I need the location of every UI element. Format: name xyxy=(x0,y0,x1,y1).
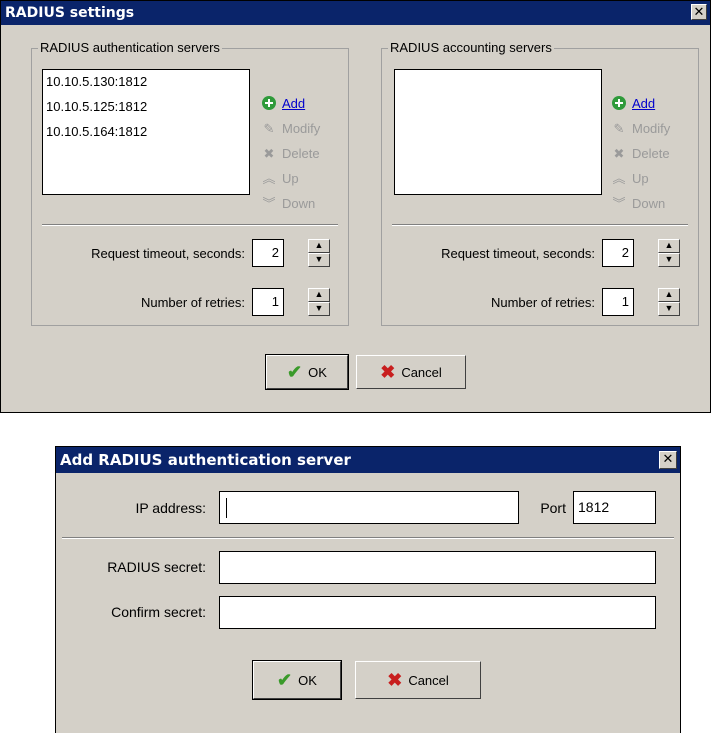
auth-down-label: Down xyxy=(282,196,316,211)
list-item[interactable]: 10.10.5.130:1812 xyxy=(43,70,249,95)
spin-down-icon[interactable]: ▼ xyxy=(308,302,330,316)
acct-modify-button[interactable]: ✎ Modify xyxy=(610,116,671,141)
acct-down-label: Down xyxy=(632,196,666,211)
pencil-icon: ✎ xyxy=(613,121,625,136)
chevron-up-icon: ︽ xyxy=(262,171,276,186)
spin-down-icon[interactable]: ▼ xyxy=(658,253,680,267)
auth-timeout-input[interactable]: 2 xyxy=(252,239,284,267)
add-server-cancel-label: Cancel xyxy=(408,672,449,688)
auth-servers-group: RADIUS authentication servers 10.10.5.13… xyxy=(31,40,349,326)
chevron-up-icon: ︽ xyxy=(612,171,626,186)
pencil-icon: ✎ xyxy=(263,121,275,136)
plus-circle-icon xyxy=(260,91,278,116)
text-caret xyxy=(226,498,227,519)
plus-circle-icon xyxy=(610,91,628,116)
ip-address-label: IP address: xyxy=(135,500,206,516)
acct-delete-label: Delete xyxy=(632,146,670,161)
port-input[interactable]: 1812 xyxy=(573,491,656,524)
acct-timeout-spinner[interactable]: ▲ ▼ xyxy=(658,239,680,267)
add-server-separator xyxy=(62,537,674,539)
add-server-ok-button[interactable]: ✔ OK xyxy=(252,660,342,700)
settings-ok-label: OK xyxy=(308,364,327,380)
radius-settings-titlebar: RADIUS settings ✕ xyxy=(1,1,710,25)
acct-timeout-label: Request timeout, seconds: xyxy=(441,246,595,261)
acct-down-button[interactable]: ︾ Down xyxy=(610,191,665,216)
add-server-ok-label: OK xyxy=(298,672,317,688)
auth-servers-group-label: RADIUS authentication servers xyxy=(38,40,222,55)
spin-down-icon[interactable]: ▼ xyxy=(658,302,680,316)
chevron-down-icon: ︾ xyxy=(612,196,626,211)
acct-retries-label: Number of retries: xyxy=(490,295,595,310)
radius-secret-label: RADIUS secret: xyxy=(107,559,206,575)
settings-cancel-label: Cancel xyxy=(401,364,442,380)
cross-icon: ✖ xyxy=(380,361,396,382)
acct-up-button[interactable]: ︽ Up xyxy=(610,166,649,191)
auth-servers-list[interactable]: 10.10.5.130:1812 10.10.5.125:1812 10.10.… xyxy=(42,69,250,195)
auth-delete-label: Delete xyxy=(282,146,320,161)
spin-up-icon[interactable]: ▲ xyxy=(308,288,330,302)
x-delete-icon: ✖ xyxy=(613,146,625,161)
cross-icon: ✖ xyxy=(387,669,403,690)
acct-add-button[interactable]: Add xyxy=(610,91,655,116)
acct-servers-list[interactable] xyxy=(394,69,602,195)
spin-down-icon[interactable]: ▼ xyxy=(308,253,330,267)
close-icon[interactable]: ✕ xyxy=(659,451,677,469)
radius-settings-title: RADIUS settings xyxy=(5,5,135,21)
spin-up-icon[interactable]: ▲ xyxy=(658,288,680,302)
checkmark-icon: ✔ xyxy=(277,669,293,690)
auth-timeout-spinner[interactable]: ▲ ▼ xyxy=(308,239,330,267)
chevron-down-icon: ︾ xyxy=(262,196,276,211)
add-server-cancel-button[interactable]: ✖ Cancel xyxy=(355,661,481,699)
acct-servers-group-label: RADIUS accounting servers xyxy=(388,40,554,55)
confirm-secret-label: Confirm secret: xyxy=(111,604,206,620)
checkmark-icon: ✔ xyxy=(287,361,303,382)
acct-retries-spinner[interactable]: ▲ ▼ xyxy=(658,288,680,316)
acct-up-label: Up xyxy=(632,171,649,186)
acct-delete-button[interactable]: ✖ Delete xyxy=(610,141,670,166)
auth-up-button[interactable]: ︽ Up xyxy=(260,166,299,191)
auth-separator xyxy=(42,224,338,226)
auth-delete-button[interactable]: ✖ Delete xyxy=(260,141,320,166)
auth-modify-button[interactable]: ✎ Modify xyxy=(260,116,321,141)
radius-settings-dialog: RADIUS settings ✕ RADIUS authentication … xyxy=(0,0,711,413)
x-delete-icon: ✖ xyxy=(263,146,275,161)
list-item[interactable]: 10.10.5.164:1812 xyxy=(43,120,249,145)
acct-timeout-input[interactable]: 2 xyxy=(602,239,634,267)
auth-retries-label: Number of retries: xyxy=(140,295,245,310)
settings-cancel-button[interactable]: ✖ Cancel xyxy=(356,355,466,389)
acct-separator xyxy=(392,224,688,226)
auth-retries-input[interactable]: 1 xyxy=(252,288,284,316)
acct-modify-label: Modify xyxy=(632,121,671,136)
auth-timeout-label: Request timeout, seconds: xyxy=(91,246,245,261)
spin-up-icon[interactable]: ▲ xyxy=(658,239,680,253)
acct-servers-group: RADIUS accounting servers Add ✎ Modify ✖ D… xyxy=(381,40,699,326)
auth-retries-spinner[interactable]: ▲ ▼ xyxy=(308,288,330,316)
acct-retries-input[interactable]: 1 xyxy=(602,288,634,316)
auth-add-label: Add xyxy=(282,96,306,111)
auth-down-button[interactable]: ︾ Down xyxy=(260,191,315,216)
confirm-secret-input[interactable] xyxy=(219,596,656,629)
spin-up-icon[interactable]: ▲ xyxy=(308,239,330,253)
acct-add-label: Add xyxy=(632,96,656,111)
radius-secret-input[interactable] xyxy=(219,551,656,584)
list-item[interactable]: 10.10.5.125:1812 xyxy=(43,95,249,120)
auth-modify-label: Modify xyxy=(282,121,321,136)
port-label: Port xyxy=(540,500,566,516)
close-icon[interactable]: ✕ xyxy=(691,4,707,20)
auth-up-label: Up xyxy=(282,171,299,186)
ip-address-input[interactable] xyxy=(219,491,519,524)
add-server-title: Add RADIUS authentication server xyxy=(60,451,351,469)
auth-add-button[interactable]: Add xyxy=(260,91,305,116)
add-server-titlebar: Add RADIUS authentication server ✕ xyxy=(56,447,680,473)
settings-ok-button[interactable]: ✔ OK xyxy=(265,354,349,390)
add-server-dialog: Add RADIUS authentication server ✕ IP ad… xyxy=(55,446,681,733)
